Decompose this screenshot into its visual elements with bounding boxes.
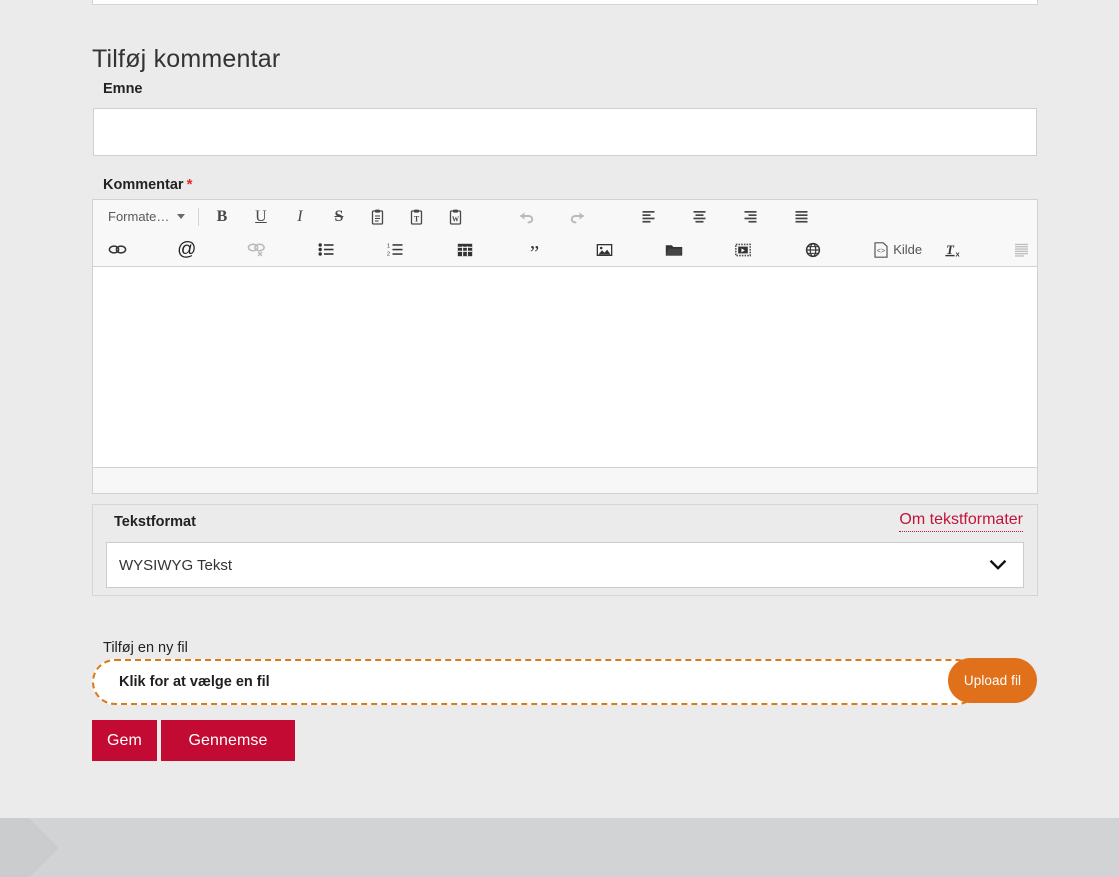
page-footer [0, 818, 1119, 877]
editor-status-bar [93, 467, 1037, 493]
subject-label: Emne [103, 81, 143, 97]
numbered-list-icon[interactable]: 12 [380, 236, 410, 263]
page-root: Tilføj kommentar Emne Kommentar * Formate… [0, 0, 1119, 877]
italic-icon[interactable]: I [284, 203, 315, 230]
anchor-at-icon[interactable]: @ [172, 236, 202, 263]
preview-button[interactable]: Gennemse [161, 720, 295, 761]
comment-label: Kommentar * [103, 177, 192, 193]
underline-icon[interactable]: U [245, 203, 276, 230]
image-icon[interactable] [589, 236, 619, 263]
redo-icon[interactable] [562, 203, 593, 230]
upload-file-button[interactable]: Upload fil [948, 658, 1037, 703]
paste-from-word-icon[interactable]: W [440, 203, 471, 230]
chevron-down-icon [177, 214, 186, 219]
format-combo-label: Formate… [108, 209, 170, 224]
editor-toolbar: Formate… B U I S T W @ 1 2 ” <> Kilde T … [93, 200, 1037, 267]
source-button-label: Kilde [893, 242, 923, 257]
svg-text:W: W [452, 215, 459, 223]
comment-label-text: Kommentar [103, 177, 184, 193]
svg-text:T: T [414, 214, 420, 223]
table-icon[interactable] [450, 236, 480, 263]
iframe-globe-icon[interactable] [798, 236, 828, 263]
text-format-label: Tekstformat [114, 514, 196, 530]
show-blocks-icon[interactable] [1007, 236, 1037, 263]
unlink-icon[interactable] [241, 236, 271, 263]
paste-plain-text-icon[interactable] [362, 203, 393, 230]
rich-text-editor: Formate… B U I S T W @ 1 2 ” <> Kilde T … [92, 199, 1038, 494]
align-center-icon[interactable] [684, 203, 715, 230]
remove-format-icon[interactable]: Tx [937, 236, 967, 263]
align-right-icon[interactable] [735, 203, 766, 230]
file-browser-icon[interactable] [659, 236, 689, 263]
align-left-icon[interactable] [633, 203, 664, 230]
svg-text:<>: <> [877, 248, 885, 256]
save-button[interactable]: Gem [92, 720, 157, 761]
link-icon[interactable] [102, 236, 132, 263]
bold-icon[interactable]: B [206, 203, 237, 230]
toolbar-separator [198, 207, 200, 226]
source-button[interactable]: <> Kilde [867, 236, 929, 263]
file-dropzone-text: Klik for at vælge en fil [119, 674, 270, 690]
editor-toolbar-row-2: @ 12 ” <> Kilde T x [93, 233, 1037, 266]
strikethrough-icon[interactable]: S [323, 203, 354, 230]
previous-panel-cutoff [92, 0, 1038, 5]
file-dropzone[interactable]: Klik for at vælge en fil [92, 659, 980, 705]
format-combo[interactable]: Formate… [99, 204, 191, 229]
svg-text:T: T [946, 242, 955, 257]
blockquote-icon[interactable]: ” [519, 236, 549, 263]
align-justify-icon[interactable] [786, 203, 817, 230]
required-marker: * [186, 176, 193, 193]
file-upload-label: Tilføj en ny fil [103, 640, 188, 656]
bulleted-list-icon[interactable] [311, 236, 341, 263]
svg-text:2: 2 [387, 251, 390, 256]
footer-decoration [0, 818, 59, 877]
editor-toolbar-row-1: Formate… B U I S T W [93, 200, 1037, 233]
comment-editor-body[interactable] [93, 267, 1037, 467]
svg-text:x: x [955, 249, 960, 257]
video-icon[interactable] [728, 236, 758, 263]
undo-icon[interactable] [511, 203, 542, 230]
subject-input[interactable] [93, 108, 1037, 156]
svg-text:1: 1 [387, 243, 390, 249]
source-code-icon: <> [874, 241, 888, 258]
paste-from-text-icon[interactable]: T [401, 203, 432, 230]
page-title: Tilføj kommentar [92, 44, 281, 73]
about-text-formats-link[interactable]: Om tekstformater [899, 511, 1023, 532]
text-format-select[interactable]: WYSIWYG Tekst [106, 542, 1024, 588]
